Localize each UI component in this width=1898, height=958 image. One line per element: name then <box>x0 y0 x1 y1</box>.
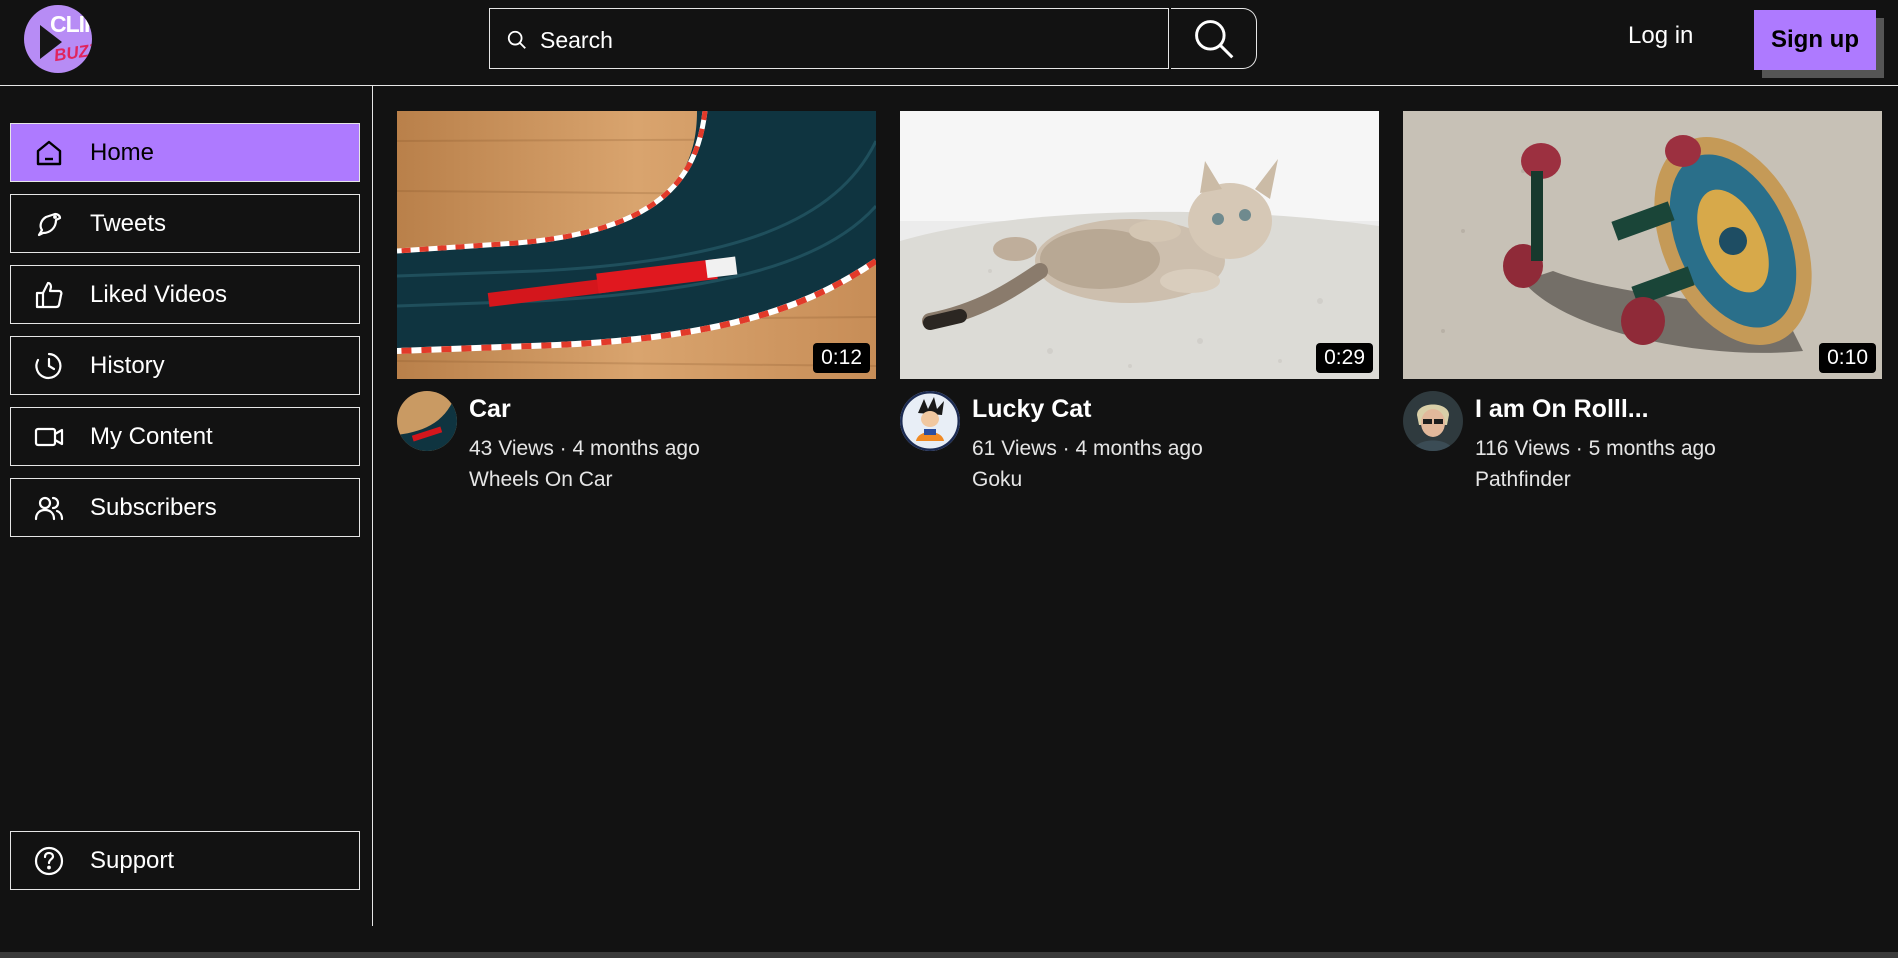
sidebar-item-support[interactable]: Support <box>10 831 360 890</box>
video-duration: 0:10 <box>1819 343 1876 373</box>
kitten-image <box>900 111 1379 379</box>
sidebar-item-label: History <box>90 352 165 379</box>
channel-name[interactable]: Goku <box>972 468 1022 492</box>
sidebar-item-liked-videos[interactable]: Liked Videos <box>10 265 360 324</box>
sidebar-item-history[interactable]: History <box>10 336 360 395</box>
sidebar-item-label: My Content <box>90 423 213 450</box>
video-meta: 116 Views · 5 months ago <box>1475 437 1716 460</box>
home-icon <box>36 140 62 166</box>
video-meta: 43 Views · 4 months ago <box>469 437 700 460</box>
avatar[interactable] <box>1403 391 1463 451</box>
video-duration: 0:12 <box>813 343 870 373</box>
video-camera-icon <box>34 427 64 447</box>
avatar-image <box>397 391 457 451</box>
history-icon <box>35 352 62 380</box>
sidebar-item-my-content[interactable]: My Content <box>10 407 360 466</box>
login-button[interactable]: Log in <box>1628 22 1693 50</box>
avatar-image <box>900 391 960 451</box>
video-duration: 0:29 <box>1316 343 1373 373</box>
race-track-image <box>397 111 876 379</box>
logo-text-top: CLIP <box>50 11 92 37</box>
sidebar-item-label: Liked Videos <box>90 281 227 308</box>
avatar[interactable] <box>397 391 457 451</box>
avatar-image <box>1403 391 1463 451</box>
video-title[interactable]: Lucky Cat <box>972 395 1091 424</box>
video-thumbnail[interactable]: 0:10 <box>1403 111 1882 379</box>
thumbs-up-icon <box>35 281 63 309</box>
search-icon <box>507 30 526 49</box>
signup-button[interactable]: Sign up <box>1754 10 1876 70</box>
video-title[interactable]: Car <box>469 395 511 424</box>
sidebar-item-label: Home <box>90 139 155 166</box>
channel-name[interactable]: Pathfinder <box>1475 468 1571 492</box>
search-field[interactable] <box>489 8 1169 69</box>
window-bottom-border <box>0 952 1898 958</box>
sidebar-item-home[interactable]: Home <box>10 123 360 182</box>
users-icon <box>34 496 64 521</box>
sidebar: Home Tweets Liked Videos History My Cont… <box>0 86 373 926</box>
video-meta: 61 Views · 4 months ago <box>972 437 1203 460</box>
search-input[interactable] <box>538 19 1142 61</box>
clip-buzz-logo[interactable]: CLIP BUZZ <box>24 5 92 73</box>
sidebar-item-label: Subscribers <box>90 494 217 521</box>
top-header: CLIP BUZZ Log in Sign up <box>0 0 1898 86</box>
video-card[interactable]: 0:29 Lucky Cat 61 Views · 4 months ago G… <box>900 111 1379 491</box>
help-circle-icon <box>34 846 64 876</box>
channel-name[interactable]: Wheels On Car <box>469 468 613 492</box>
video-thumbnail[interactable]: 0:12 <box>397 111 876 379</box>
avatar[interactable] <box>900 391 960 451</box>
search-button[interactable] <box>1171 8 1257 69</box>
sidebar-item-subscribers[interactable]: Subscribers <box>10 478 360 537</box>
video-title[interactable]: I am On Rolll... <box>1475 395 1649 424</box>
signup-button-wrapper: Sign up <box>1754 10 1884 78</box>
skateboard-image <box>1403 111 1882 379</box>
video-thumbnail[interactable]: 0:29 <box>900 111 1379 379</box>
sidebar-item-label: Support <box>90 847 175 874</box>
search-icon <box>1194 19 1233 58</box>
sidebar-item-label: Tweets <box>90 210 167 237</box>
video-card[interactable]: 0:10 I am On Rolll... 116 Views · 5 mont… <box>1403 111 1882 491</box>
video-card[interactable]: 0:12 Car 43 Views · 4 months ago Wheels … <box>397 111 876 491</box>
sidebar-item-tweets[interactable]: Tweets <box>10 194 360 253</box>
bird-icon <box>37 212 62 237</box>
